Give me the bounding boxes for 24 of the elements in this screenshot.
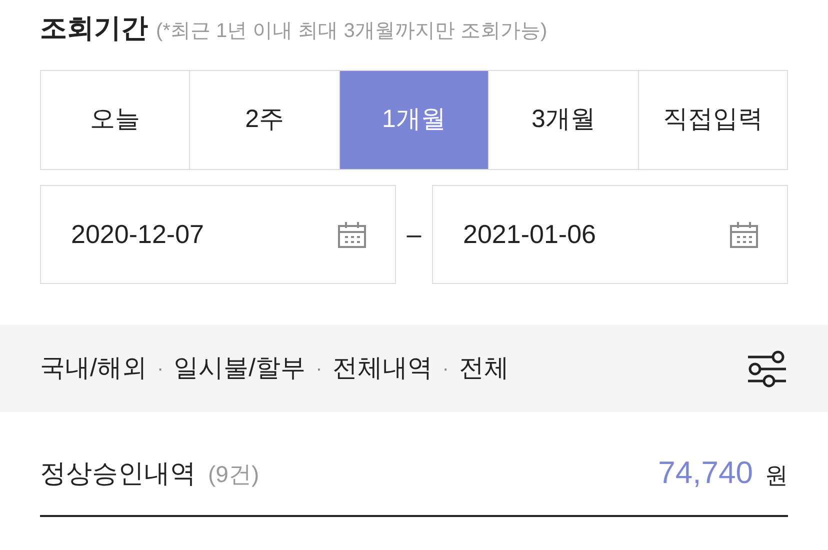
total-amount: 74,740 xyxy=(658,454,753,492)
period-tab[interactable]: 오늘 xyxy=(41,71,190,170)
period-tab[interactable]: 2주 xyxy=(190,71,340,170)
filter-label: 일시불/할부 xyxy=(174,352,306,384)
filter-label: 전체내역 xyxy=(332,352,432,384)
filter-separator: · xyxy=(316,356,322,382)
currency-unit: 원 xyxy=(765,461,788,490)
filter-settings-icon[interactable] xyxy=(746,348,788,388)
calendar-icon[interactable] xyxy=(337,220,367,248)
period-tab[interactable]: 직접입력 xyxy=(638,71,788,170)
summary-label: 정상승인내역 xyxy=(40,457,196,490)
date-field[interactable]: 2020-12-07 xyxy=(40,185,396,284)
filter-separator: · xyxy=(156,356,164,382)
section-title: 조회기간 xyxy=(40,12,148,45)
approval-count: (9건) xyxy=(208,460,260,489)
filter-label: 전체 xyxy=(458,352,509,384)
period-tab[interactable]: 3개월 xyxy=(489,71,639,170)
date-field[interactable]: 2021-01-06 xyxy=(432,185,788,284)
filter-label: 국내/해외 xyxy=(40,352,147,384)
period-note: (*최근 1년 이내 최대 3개월까지만 조회가능) xyxy=(156,19,548,44)
filter-separator: · xyxy=(442,356,449,382)
calendar-icon[interactable] xyxy=(729,220,759,248)
filter-bar[interactable]: 국내/해외 · 일시불/할부 · 전체내역 · 전체 xyxy=(0,325,828,412)
range-dash: – xyxy=(406,218,422,251)
